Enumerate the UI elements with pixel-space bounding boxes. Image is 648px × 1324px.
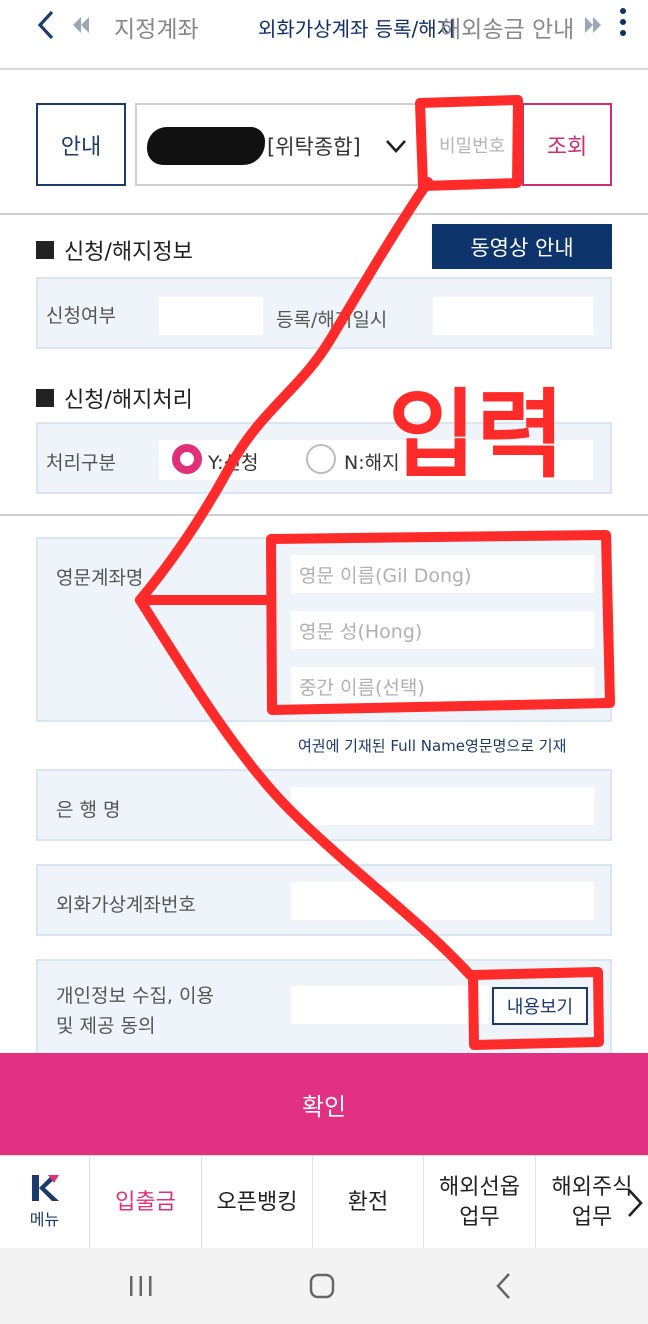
square-bullet-icon (36, 389, 54, 407)
previous-tab-icon[interactable] (70, 14, 92, 36)
divider (0, 514, 648, 516)
menu-label: 메뉴 (29, 1209, 60, 1229)
back-arrow-icon[interactable] (30, 8, 64, 42)
virtual-account-label: 외화가상계좌번호 (56, 894, 196, 916)
home-icon[interactable] (302, 1266, 342, 1306)
bottom-menu: 메뉴 입출금 오픈뱅킹 환전 해외선옵 업무 해외주식 업무 (0, 1155, 648, 1249)
section-title-text: 신청/해지처리 (64, 388, 193, 413)
menu-exchange[interactable]: 환전 (313, 1156, 424, 1249)
chevron-down-icon (386, 140, 406, 153)
menu-deposit-withdraw[interactable]: 입출금 (90, 1156, 202, 1249)
english-name-label: 영문계좌명 (56, 567, 144, 589)
section-title-process: 신청/해지처리 (36, 382, 193, 414)
chevron-right-icon[interactable] (624, 1186, 646, 1220)
next-tab-icon[interactable] (582, 14, 604, 36)
bank-name-value (290, 786, 595, 826)
square-bullet-icon (36, 241, 54, 259)
bank-name-panel: 은 행 명 (36, 769, 612, 841)
account-type-label: [위탁종합] (267, 135, 361, 159)
radio-apply-label[interactable]: Y:신청 (208, 448, 258, 475)
process-type-label: 처리구분 (46, 452, 116, 474)
menu-overseas-futures[interactable]: 해외선옵 업무 (424, 1156, 536, 1249)
middle-name-input[interactable]: 중간 이름(선택) (290, 666, 595, 706)
menu-item-label: 입출금 (115, 1189, 176, 1215)
more-options-icon[interactable] (612, 4, 634, 46)
menu-item-label: 환전 (347, 1189, 389, 1215)
passport-name-note: 여권에 기재된 Full Name영문명으로 기재 (298, 737, 567, 755)
divider (0, 213, 648, 215)
info-button[interactable]: 안내 (36, 103, 126, 186)
section-title-info: 신청/해지정보 (36, 234, 193, 266)
process-panel: 처리구분 Y:신청 N:해지 (36, 422, 612, 494)
datetime-label: 등록/해지일시 (276, 309, 388, 331)
application-info-panel: 신청여부 등록/해지일시 (36, 277, 612, 349)
view-terms-button[interactable]: 내용보기 (492, 987, 588, 1025)
consent-label-line2: 및 제공 동의 (56, 1015, 156, 1037)
k-logo-icon (31, 1174, 59, 1201)
last-name-input[interactable]: 영문 성(Hong) (290, 610, 595, 650)
radio-cancel[interactable] (306, 444, 336, 474)
menu-item-label: 해외선옵 (439, 1174, 520, 1200)
english-name-panel: 영문계좌명 영문 이름(Gil Dong) 영문 성(Hong) 중간 이름(선… (36, 537, 612, 722)
tab-virtual-account[interactable]: 외화가상계좌 등록/해지 (258, 13, 455, 42)
query-button[interactable]: 조회 (522, 103, 612, 186)
apply-status-label: 신청여부 (46, 305, 116, 327)
bank-name-label: 은 행 명 (56, 799, 121, 821)
video-guide-button[interactable]: 동영상 안내 (432, 224, 612, 269)
virtual-account-panel: 외화가상계좌번호 (36, 864, 612, 936)
menu-item-label: 업무 (459, 1204, 500, 1230)
consent-label-line1: 개인정보 수집, 이용 (56, 985, 214, 1007)
section-title-text: 신청/해지정보 (64, 240, 193, 265)
top-navigation: 지정계좌 외화가상계좌 등록/해지 해외송금 안내 (0, 0, 648, 70)
apply-status-value (158, 296, 264, 336)
system-navigation-bar (0, 1248, 648, 1324)
back-icon[interactable] (484, 1266, 524, 1306)
radio-cancel-label[interactable]: N:해지 (344, 448, 400, 475)
virtual-account-value (290, 881, 595, 921)
redacted-account-number (147, 127, 265, 165)
menu-item-label: 해외주식 (551, 1174, 633, 1200)
first-name-input[interactable]: 영문 이름(Gil Dong) (290, 554, 595, 594)
account-select[interactable]: [위탁종합] (135, 103, 421, 186)
menu-open-banking[interactable]: 오픈뱅킹 (202, 1156, 313, 1249)
tab-overseas-remittance[interactable]: 해외송금 안내 (440, 10, 574, 44)
menu-item-label: 업무 (571, 1204, 613, 1230)
recent-apps-icon[interactable] (121, 1266, 161, 1306)
tab-designated-account[interactable]: 지정계좌 (114, 10, 199, 44)
radio-apply[interactable] (172, 444, 202, 474)
confirm-button[interactable]: 확인 (0, 1053, 648, 1155)
consent-value (290, 985, 490, 1025)
password-input[interactable]: 비밀번호 (421, 103, 522, 186)
menu-button[interactable]: 메뉴 (0, 1156, 90, 1249)
datetime-value (432, 296, 594, 336)
menu-item-label: 오픈뱅킹 (216, 1189, 298, 1215)
